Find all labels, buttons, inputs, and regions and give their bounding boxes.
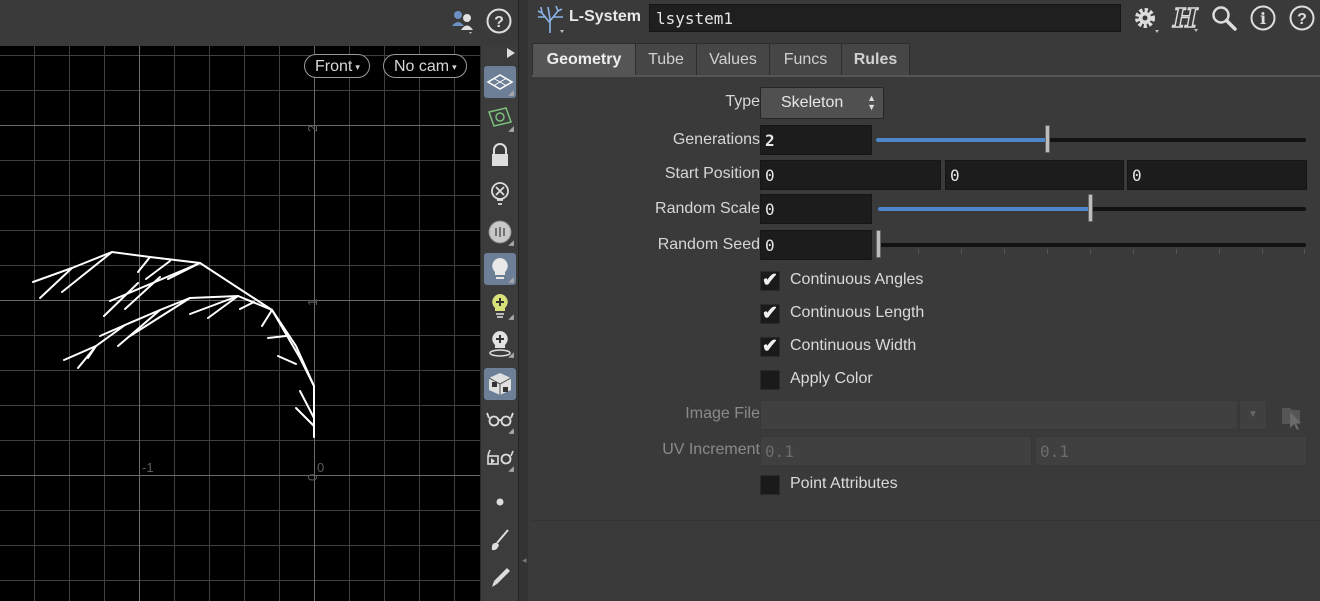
lock-camera-button[interactable] bbox=[484, 140, 516, 172]
section-divider bbox=[532, 520, 1320, 521]
collapse-left-icon[interactable]: ◂ bbox=[522, 555, 527, 566]
camera-select-menu[interactable]: No cam ▾ bbox=[383, 54, 467, 78]
scene-viewport[interactable]: 2 1 0 -1 0 Front ▾ No cam ▾ bbox=[0, 46, 480, 601]
node-type-label: L-System bbox=[569, 8, 642, 25]
point-attributes-label: Point Attributes bbox=[790, 475, 898, 492]
tab-geometry[interactable]: Geometry bbox=[532, 43, 636, 75]
chevron-down-icon: ▾ bbox=[355, 62, 360, 72]
add-light-button[interactable] bbox=[484, 290, 516, 322]
point-display-button[interactable] bbox=[484, 486, 516, 518]
construction-plane-button[interactable] bbox=[484, 102, 516, 134]
lsystem-tree-icon[interactable] bbox=[534, 3, 566, 35]
display-options-button[interactable] bbox=[484, 368, 516, 400]
apply-color-label: Apply Color bbox=[790, 370, 873, 387]
help-icon[interactable]: ? bbox=[1288, 4, 1316, 32]
continuous-angles-checkbox[interactable]: ✔ bbox=[760, 271, 780, 291]
lock-icon bbox=[492, 143, 508, 166]
uv-increment-u-field[interactable]: 0.1 bbox=[760, 436, 1032, 466]
info-icon[interactable]: i bbox=[1249, 4, 1277, 32]
houdini-help-icon[interactable]: H bbox=[1170, 3, 1200, 34]
vr-preview-button[interactable] bbox=[484, 442, 516, 474]
camera-view-menu[interactable]: Front ▾ bbox=[304, 54, 370, 78]
start-position-y-field[interactable]: 0 bbox=[945, 160, 1124, 190]
light-off-icon bbox=[491, 182, 509, 205]
tab-tube[interactable]: Tube bbox=[635, 43, 697, 75]
node-name-field[interactable]: lsystem1 bbox=[649, 4, 1121, 32]
svg-text:?: ? bbox=[1297, 11, 1307, 28]
brush-button[interactable] bbox=[484, 524, 516, 556]
uv-increment-label: UV Increment bbox=[662, 441, 760, 458]
svg-text:H: H bbox=[1172, 4, 1199, 33]
image-file-label: Image File bbox=[685, 405, 760, 422]
point-attributes-checkbox[interactable] bbox=[760, 475, 780, 495]
start-position-x-field[interactable]: 0 bbox=[760, 160, 941, 190]
random-seed-slider-handle[interactable] bbox=[876, 230, 881, 258]
checker-cube-icon bbox=[488, 373, 512, 395]
viewport-grid: 2 1 0 -1 0 bbox=[0, 46, 480, 601]
random-scale-slider-fill bbox=[878, 207, 1091, 211]
axis-label-y2: 2 bbox=[305, 125, 320, 132]
tab-funcs[interactable]: Funcs bbox=[769, 43, 842, 75]
continuous-angles-label: Continuous Angles bbox=[790, 271, 924, 288]
remove-light-button[interactable] bbox=[484, 178, 516, 210]
uv-increment-v-field[interactable]: 0.1 bbox=[1035, 436, 1307, 466]
axis-label-x-minus1: -1 bbox=[142, 460, 154, 475]
camera-view-label: Front bbox=[315, 58, 353, 76]
continuous-width-checkbox[interactable]: ✔ bbox=[760, 337, 780, 357]
viewport-header: ? bbox=[0, 0, 518, 46]
chevron-down-icon: ▾ bbox=[452, 62, 457, 72]
viewport-display-toolbar bbox=[480, 46, 519, 601]
random-scale-slider-handle[interactable] bbox=[1088, 194, 1093, 222]
stereo-camera-button[interactable] bbox=[484, 404, 516, 436]
tab-divider bbox=[532, 75, 1320, 77]
continuous-length-checkbox[interactable]: ✔ bbox=[760, 304, 780, 324]
ground-plane-button[interactable] bbox=[484, 66, 516, 98]
tab-rules[interactable]: Rules bbox=[841, 43, 910, 75]
dot-icon bbox=[496, 498, 504, 506]
expand-toolbar-icon[interactable] bbox=[507, 48, 515, 58]
type-value: Skeleton bbox=[781, 94, 844, 111]
random-seed-field[interactable]: 0 bbox=[760, 230, 872, 260]
random-seed-label: Random Seed bbox=[657, 236, 760, 253]
svg-text:i: i bbox=[1260, 9, 1266, 28]
continuous-width-label: Continuous Width bbox=[790, 337, 917, 354]
updown-arrows-icon: ▲ ▼ bbox=[867, 93, 876, 112]
random-seed-slider[interactable] bbox=[876, 230, 1306, 258]
apply-color-checkbox[interactable] bbox=[760, 370, 780, 390]
users-icon[interactable] bbox=[449, 7, 477, 35]
pen-button[interactable] bbox=[484, 562, 516, 594]
type-menu[interactable]: Skeleton ▲ ▼ bbox=[760, 87, 884, 119]
generations-slider[interactable] bbox=[876, 125, 1306, 153]
help-icon[interactable]: ? bbox=[485, 7, 513, 35]
default-lighting-button[interactable] bbox=[484, 253, 516, 285]
image-file-field[interactable] bbox=[760, 400, 1238, 430]
start-position-label: Start Position bbox=[664, 165, 760, 182]
chevron-down-icon: ▼ bbox=[1248, 409, 1258, 420]
random-scale-label: Random Scale bbox=[655, 200, 760, 217]
generations-label: Generations bbox=[672, 131, 760, 148]
axis-label-y1: 1 bbox=[305, 299, 320, 306]
image-file-dropdown[interactable]: ▼ bbox=[1239, 400, 1267, 430]
tab-values[interactable]: Values bbox=[696, 43, 770, 75]
light-probe-button[interactable] bbox=[484, 328, 516, 360]
random-scale-slider[interactable] bbox=[878, 194, 1306, 222]
random-scale-field[interactable]: 0 bbox=[760, 194, 872, 224]
camera-select-label: No cam bbox=[394, 58, 450, 76]
headlight-button[interactable] bbox=[484, 216, 516, 248]
generations-field[interactable]: 2 bbox=[760, 125, 872, 155]
generations-slider-fill bbox=[876, 138, 1048, 142]
search-icon[interactable] bbox=[1210, 4, 1238, 32]
axis-label-x0: 0 bbox=[317, 460, 324, 475]
pen-icon bbox=[492, 568, 510, 587]
gear-icon[interactable] bbox=[1131, 4, 1159, 33]
type-label: Type bbox=[725, 93, 760, 110]
file-chooser-icon[interactable] bbox=[1278, 402, 1306, 430]
brush-icon bbox=[491, 529, 509, 551]
generations-slider-handle[interactable] bbox=[1045, 125, 1050, 153]
svg-text:?: ? bbox=[494, 14, 504, 31]
start-position-z-field[interactable]: 0 bbox=[1127, 160, 1307, 190]
continuous-length-label: Continuous Length bbox=[790, 304, 925, 321]
parameter-editor: L-System lsystem1 H i ? Geometry Tube Va… bbox=[528, 0, 1320, 601]
param-header: L-System lsystem1 H i ? bbox=[528, 0, 1320, 38]
